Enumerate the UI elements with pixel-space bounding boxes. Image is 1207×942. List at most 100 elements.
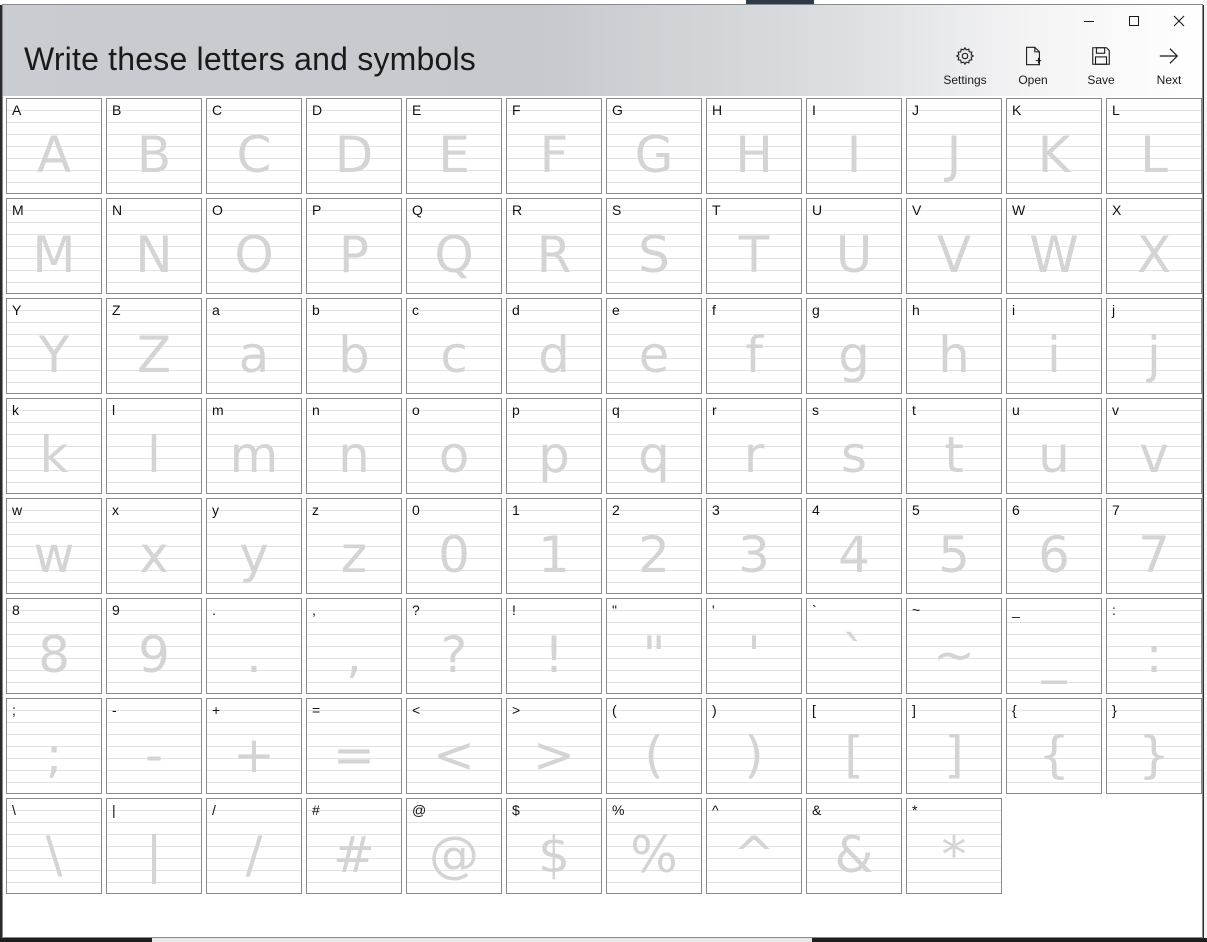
glyph-cell[interactable]: FF: [506, 98, 602, 194]
glyph-cell[interactable]: zz: [306, 498, 402, 594]
glyph-cell[interactable]: BB: [106, 98, 202, 194]
glyph-cell[interactable]: 00: [406, 498, 502, 594]
glyph-cell[interactable]: | |: [106, 798, 202, 894]
save-button[interactable]: Save: [1067, 45, 1135, 95]
glyph-cell[interactable]: jj: [1106, 298, 1202, 394]
glyph-cell[interactable]: 22: [606, 498, 702, 594]
glyph-cell[interactable]: nn: [306, 398, 402, 494]
glyph-cell[interactable]: ss: [806, 398, 902, 494]
glyph-cell[interactable]: \ \: [6, 798, 102, 894]
glyph-cell[interactable]: > >: [506, 698, 602, 794]
glyph-cell[interactable]: JJ: [906, 98, 1002, 194]
glyph-cell[interactable]: dd: [506, 298, 602, 394]
glyph-cell[interactable]: [[: [806, 698, 902, 794]
glyph-cell[interactable]: qq: [606, 398, 702, 494]
glyph-cell[interactable]: OO: [206, 198, 302, 294]
glyph-cell[interactable]: @ @: [406, 798, 502, 894]
glyph-cell[interactable]: --: [106, 698, 202, 794]
glyph-cell[interactable]: QQ: [406, 198, 502, 294]
glyph-cell[interactable]: ..: [206, 598, 302, 694]
glyph-cell[interactable]: uu: [1006, 398, 1102, 494]
glyph-cell[interactable]: YY: [6, 298, 102, 394]
glyph-cell[interactable]: < <: [406, 698, 502, 794]
glyph-cell[interactable]: MM: [6, 198, 102, 294]
glyph-cell[interactable]: WW: [1006, 198, 1102, 294]
glyph-cell[interactable]: mm: [206, 398, 302, 494]
glyph-cell[interactable]: ~ ~: [906, 598, 1002, 694]
glyph-cell[interactable]: ;;: [6, 698, 102, 794]
glyph-cell[interactable]: kk: [6, 398, 102, 494]
glyph-cell[interactable]: ZZ: [106, 298, 202, 394]
glyph-cell[interactable]: ]]: [906, 698, 1002, 794]
glyph-cell[interactable]: $ $: [506, 798, 602, 894]
glyph-cell[interactable]: * *: [906, 798, 1002, 894]
glyph-cell[interactable]: %%: [606, 798, 702, 894]
glyph-cell[interactable]: & &: [806, 798, 902, 894]
glyph-cell[interactable]: yy: [206, 498, 302, 594]
glyph-cell[interactable]: ??: [406, 598, 502, 694]
glyph-cell[interactable]: !!: [506, 598, 602, 694]
glyph-cell[interactable]: VV: [906, 198, 1002, 294]
glyph-cell[interactable]: ,,: [306, 598, 402, 694]
glyph-cell[interactable]: PP: [306, 198, 402, 294]
glyph-cell[interactable]: TT: [706, 198, 802, 294]
glyph-cell[interactable]: 11: [506, 498, 602, 594]
glyph-cell[interactable]: " ": [606, 598, 702, 694]
glyph-cell[interactable]: xx: [106, 498, 202, 594]
glyph-cell[interactable]: RR: [506, 198, 602, 294]
glyph-cell[interactable]: gg: [806, 298, 902, 394]
glyph-cell[interactable]: = =: [306, 698, 402, 794]
glyph-cell[interactable]: 99: [106, 598, 202, 694]
glyph-cell[interactable]: ll: [106, 398, 202, 494]
glyph-cell[interactable]: ff: [706, 298, 802, 394]
glyph-cell[interactable]: 66: [1006, 498, 1102, 594]
glyph-cell[interactable]: ::: [1106, 598, 1202, 694]
glyph-cell[interactable]: )): [706, 698, 802, 794]
glyph-cell[interactable]: ((: [606, 698, 702, 794]
glyph-cell[interactable]: {{: [1006, 698, 1102, 794]
glyph-cell[interactable]: CC: [206, 98, 302, 194]
glyph-cell[interactable]: AA: [6, 98, 102, 194]
glyph-cell[interactable]: ii: [1006, 298, 1102, 394]
glyph-cell[interactable]: cc: [406, 298, 502, 394]
maximize-button[interactable]: [1111, 5, 1157, 37]
glyph-cell[interactable]: DD: [306, 98, 402, 194]
glyph-cell[interactable]: ww: [6, 498, 102, 594]
glyph-cell[interactable]: + +: [206, 698, 302, 794]
glyph-cell[interactable]: NN: [106, 198, 202, 294]
glyph-cell[interactable]: vv: [1106, 398, 1202, 494]
glyph-cell[interactable]: oo: [406, 398, 502, 494]
glyph-cell[interactable]: ` `: [806, 598, 902, 694]
next-button[interactable]: Next: [1135, 45, 1202, 95]
glyph-cell[interactable]: HH: [706, 98, 802, 194]
glyph-cell[interactable]: 88: [6, 598, 102, 694]
glyph-cell[interactable]: GG: [606, 98, 702, 194]
glyph-cell[interactable]: II: [806, 98, 902, 194]
glyph-cell[interactable]: _ _: [1006, 598, 1102, 694]
glyph-cell[interactable]: EE: [406, 98, 502, 194]
glyph-cell[interactable]: LL: [1106, 98, 1202, 194]
glyph-cell[interactable]: 44: [806, 498, 902, 594]
glyph-cell[interactable]: rr: [706, 398, 802, 494]
glyph-cell[interactable]: pp: [506, 398, 602, 494]
glyph-cell[interactable]: KK: [1006, 98, 1102, 194]
settings-button[interactable]: Settings: [931, 45, 999, 95]
glyph-cell[interactable]: SS: [606, 198, 702, 294]
minimize-button[interactable]: [1066, 5, 1112, 37]
glyph-cell[interactable]: / /: [206, 798, 302, 894]
glyph-cell[interactable]: XX: [1106, 198, 1202, 294]
glyph-cell[interactable]: 77: [1106, 498, 1202, 594]
glyph-cell[interactable]: ee: [606, 298, 702, 394]
glyph-cell[interactable]: 33: [706, 498, 802, 594]
glyph-cell[interactable]: }}: [1106, 698, 1202, 794]
glyph-cell[interactable]: ' ': [706, 598, 802, 694]
close-button[interactable]: [1156, 5, 1202, 37]
glyph-cell[interactable]: tt: [906, 398, 1002, 494]
glyph-cell[interactable]: # #: [306, 798, 402, 894]
glyph-cell[interactable]: 55: [906, 498, 1002, 594]
glyph-cell[interactable]: bb: [306, 298, 402, 394]
glyph-cell[interactable]: UU: [806, 198, 902, 294]
glyph-cell[interactable]: hh: [906, 298, 1002, 394]
glyph-cell[interactable]: ^ ^: [706, 798, 802, 894]
glyph-cell[interactable]: aa: [206, 298, 302, 394]
